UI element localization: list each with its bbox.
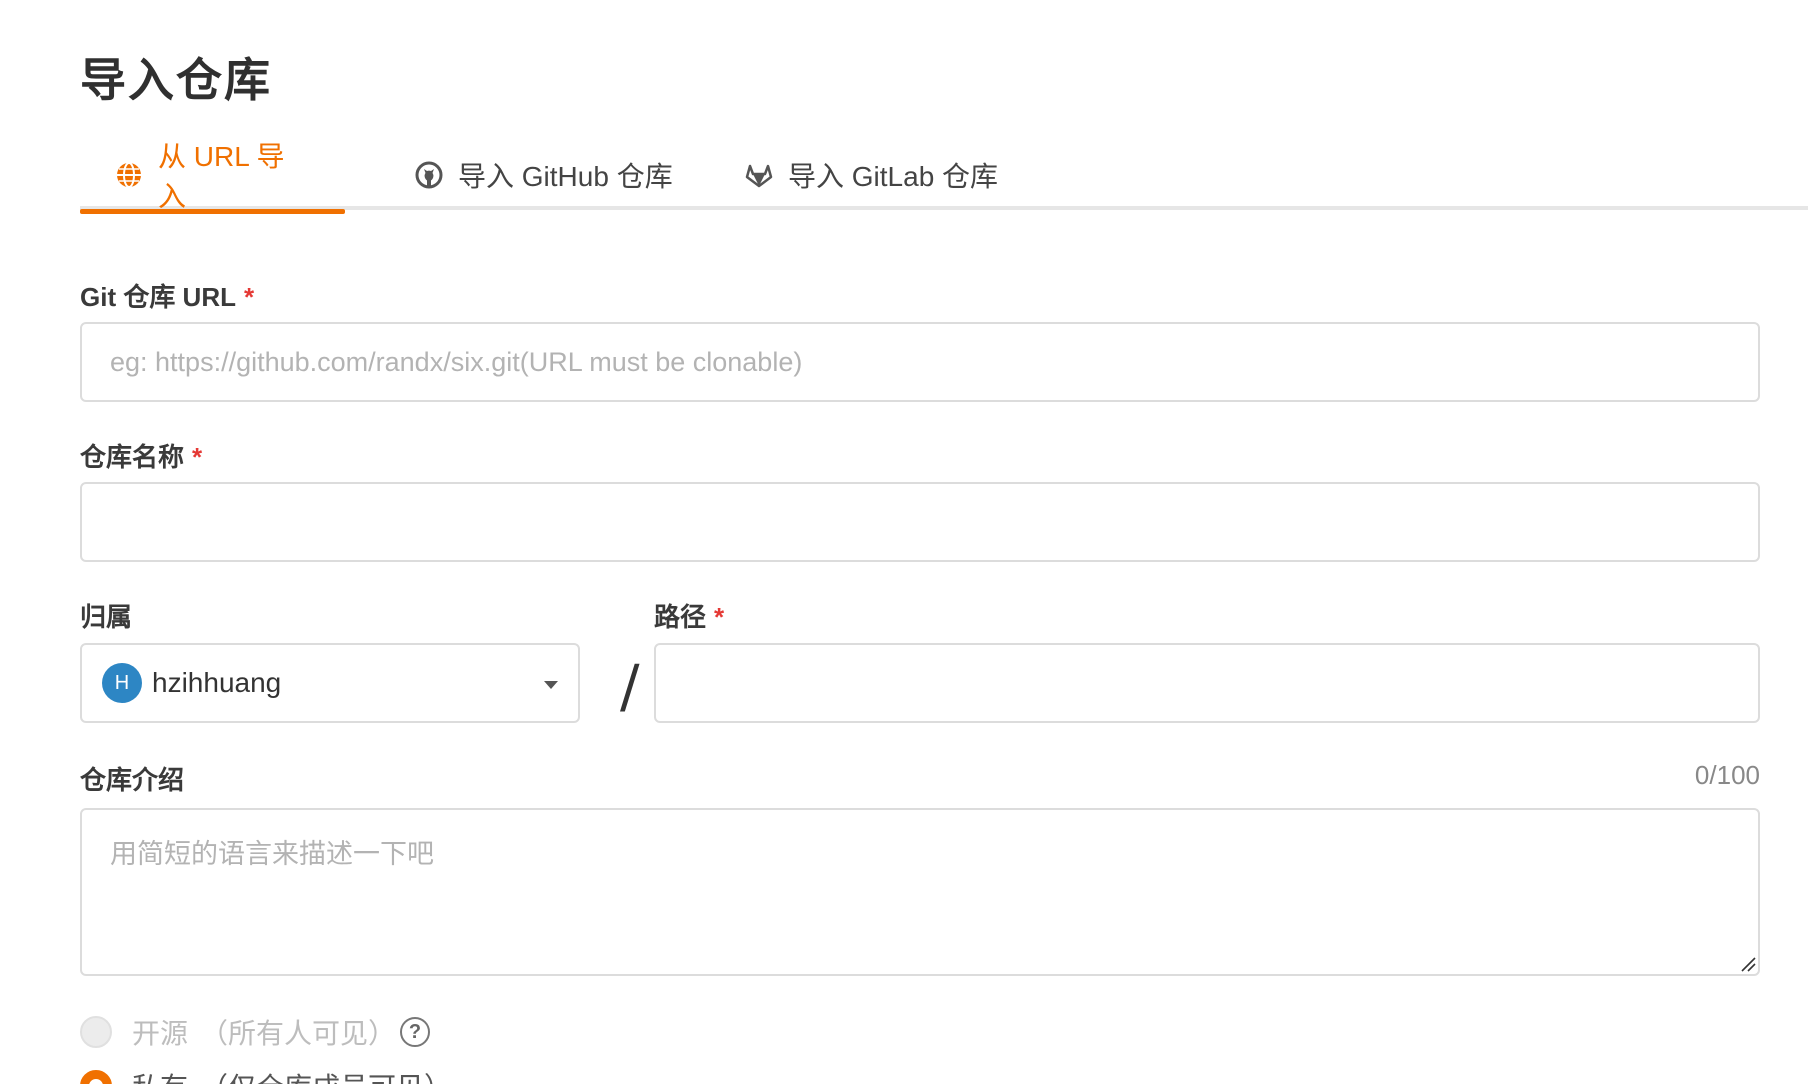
tab-label: 导入 GitLab 仓库 (788, 161, 999, 192)
radio-label: 开源 (132, 1018, 189, 1049)
owner-label: 归属 (80, 602, 133, 632)
chevron-down-icon (544, 681, 558, 689)
required-mark: * (192, 442, 203, 472)
repo-name-label: 仓库名称 * (80, 442, 203, 472)
gitlab-icon (744, 160, 774, 190)
avatar: H (102, 663, 142, 703)
path-separator: / (620, 652, 640, 720)
radio-public[interactable] (80, 1016, 112, 1048)
description-counter: 0/100 (1694, 760, 1760, 790)
required-mark: * (714, 602, 725, 632)
repo-name-input[interactable] (80, 482, 1760, 562)
visibility-public-option[interactable]: 开源 （所有人可见） ? (80, 1012, 431, 1052)
description-label: 仓库介绍 (80, 765, 185, 795)
tab-import-github[interactable]: 导入 GitHub 仓库 (380, 140, 707, 210)
path-label: 路径 * (654, 602, 725, 632)
radio-note: （所有人可见） (200, 1018, 397, 1049)
path-input[interactable] (654, 643, 1760, 723)
page-title: 导入仓库 (80, 54, 272, 106)
owner-select[interactable]: H hzihhuang (80, 643, 580, 723)
import-tabs: 从 URL 导入 导入 GitHub 仓库 导入 GitLab 仓库 (80, 140, 1808, 214)
github-icon (414, 160, 444, 190)
owner-name: hzihhuang (152, 667, 282, 698)
tab-label: 导入 GitHub 仓库 (458, 161, 673, 192)
tab-import-url[interactable]: 从 URL 导入 (80, 140, 345, 214)
description-textarea[interactable] (80, 808, 1760, 976)
tab-label: 从 URL 导入 (158, 141, 285, 212)
tab-import-gitlab[interactable]: 导入 GitLab 仓库 (710, 140, 1032, 210)
question-circle-icon[interactable]: ? (400, 1017, 431, 1047)
radio-note: （仅仓库成员可见） (200, 1066, 452, 1084)
radio-label: 私有 (132, 1066, 188, 1084)
required-mark: * (244, 282, 255, 312)
visibility-private-option[interactable]: 私有 （仅仓库成员可见） (80, 1066, 452, 1084)
resize-grip-icon[interactable] (1740, 956, 1756, 972)
radio-private[interactable] (80, 1070, 112, 1084)
git-url-label: Git 仓库 URL * (80, 282, 255, 312)
git-url-input[interactable] (80, 322, 1760, 402)
globe-icon (114, 160, 144, 190)
